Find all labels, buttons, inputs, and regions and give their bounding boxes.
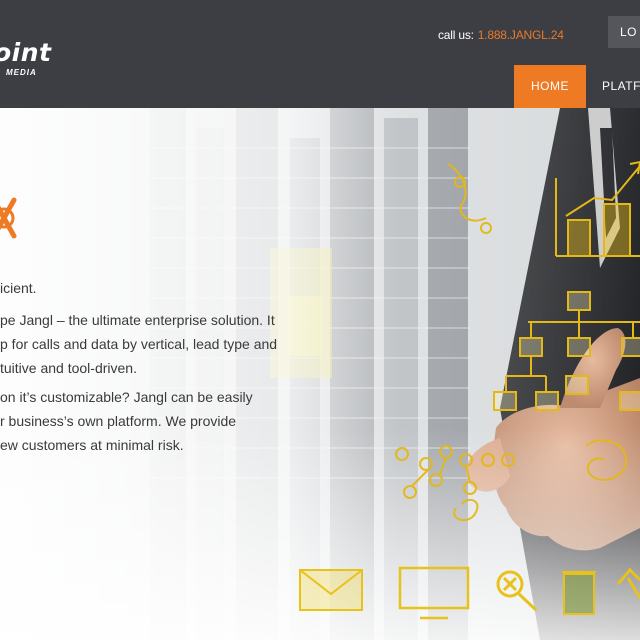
hero-line-1: icient. <box>0 280 37 296</box>
site-header: oint MEDIA call us: 1.888.JANGL.24 LO HOM… <box>0 0 640 108</box>
trash-icon <box>562 571 596 615</box>
logo-subtitle: MEDIA <box>6 68 37 77</box>
call-us-label: call us: <box>438 28 474 42</box>
hero-line-7: ew customers at minimal risk. <box>0 437 184 453</box>
hero-line-6: r business’s own platform. We provide <box>0 413 237 429</box>
nav-home[interactable]: HOME <box>514 65 586 108</box>
envelope-icon <box>299 569 363 611</box>
hero-banner: icient. pe Jangl – the ultimate enterpri… <box>0 108 640 640</box>
nav-platform[interactable]: PLATF <box>602 65 640 108</box>
hero-line-5: on it’s customizable? Jangl can be easil… <box>0 389 253 405</box>
call-us: call us: 1.888.JANGL.24 <box>438 28 564 42</box>
phone-number[interactable]: 1.888.JANGL.24 <box>478 28 564 42</box>
hero-line-4: tuitive and tool-driven. <box>0 360 137 376</box>
hero-line-3: p for calls and data by vertical, lead t… <box>0 336 278 352</box>
logo-text: oint <box>0 38 52 67</box>
login-button[interactable]: LO <box>608 16 640 48</box>
hero-line-2: pe Jangl – the ultimate enterprise solut… <box>0 312 275 328</box>
